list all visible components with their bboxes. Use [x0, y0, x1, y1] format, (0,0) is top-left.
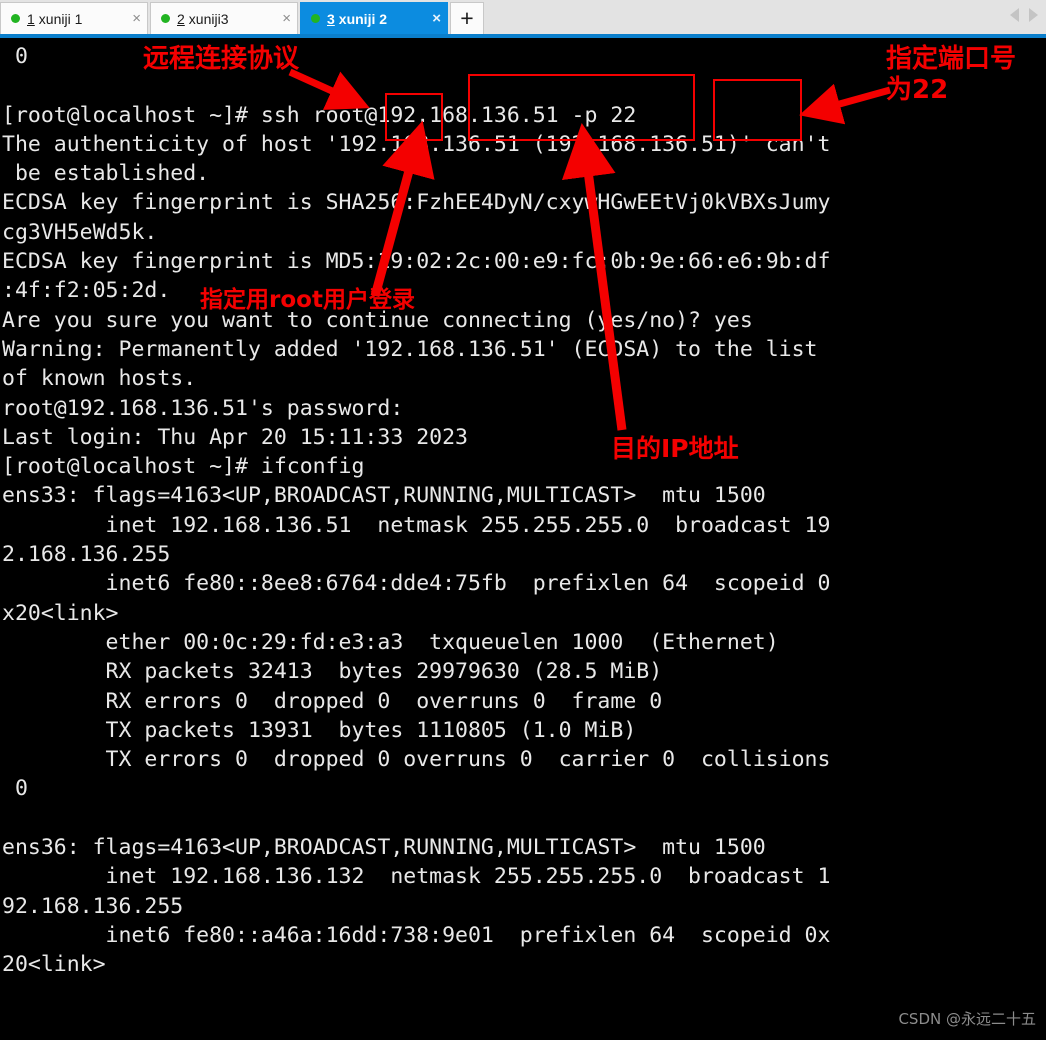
terminal-line: root@192.168.136.51's password: [2, 395, 404, 421]
terminal-line: 0 [2, 776, 28, 802]
terminal-line: [root@localhost ~]# ifconfig [2, 454, 365, 480]
tab-status-dot-icon [161, 14, 170, 23]
tab-number: 3 [327, 10, 335, 27]
terminal-line: x20<link> [2, 600, 119, 626]
terminal-line: cg3VH5eWd5k. [2, 219, 158, 245]
terminal-line: Warning: Permanently added '192.168.136.… [2, 336, 818, 362]
terminal-line: [root@localhost ~]# ssh root@192.168.136… [2, 102, 637, 128]
tab-xuniji-1[interactable]: 1 xuniji 1 × [0, 2, 148, 34]
terminal-line: The authenticity of host '192.168.136.51… [2, 131, 831, 157]
tab-bar: 1 xuniji 1 × 2 xuniji3 × 3 xuniji 2 × + [0, 0, 1046, 34]
terminal-line: 20<link> [2, 952, 106, 978]
tab-xuniji3[interactable]: 2 xuniji3 × [150, 2, 298, 34]
tab-nav-arrows [1010, 8, 1038, 22]
terminal-line: Are you sure you want to continue connec… [2, 307, 753, 333]
terminal-line: be established. [2, 161, 210, 187]
tab-status-dot-icon [311, 14, 320, 23]
terminal-line: ens36: flags=4163<UP,BROADCAST,RUNNING,M… [2, 835, 766, 861]
chevron-right-icon[interactable] [1029, 8, 1038, 22]
watermark: CSDN @永远二十五 [898, 1010, 1036, 1028]
terminal-line: inet6 fe80::a46a:16dd:738:9e01 prefixlen… [2, 922, 831, 948]
terminal-line: Last login: Thu Apr 20 15:11:33 2023 [2, 424, 468, 450]
terminal-line: RX packets 32413 bytes 29979630 (28.5 Mi… [2, 659, 663, 685]
terminal-line: 0 [2, 44, 28, 69]
chevron-left-icon[interactable] [1010, 8, 1019, 22]
terminal-line: RX errors 0 dropped 0 overruns 0 frame 0 [2, 688, 663, 714]
tab-number: 2 [177, 10, 185, 27]
terminal-line: inet 192.168.136.51 netmask 255.255.255.… [2, 512, 831, 538]
terminal-output[interactable]: 0 [root@localhost ~]# ssh root@192.168.1… [0, 38, 1046, 1040]
terminal-line: ether 00:0c:29:fd:e3:a3 txqueuelen 1000 … [2, 629, 779, 655]
terminal-line: inet6 fe80::8ee8:6764:dde4:75fb prefixle… [2, 571, 831, 597]
terminal-line: TX packets 13931 bytes 1110805 (1.0 MiB) [2, 717, 637, 743]
terminal-line: :4f:f2:05:2d. [2, 278, 171, 304]
terminal-line: inet 192.168.136.132 netmask 255.255.255… [2, 864, 831, 890]
tab-label: xuniji3 [188, 10, 229, 27]
tab-number: 1 [27, 10, 35, 27]
close-icon[interactable]: × [118, 11, 141, 26]
new-tab-button[interactable]: + [450, 2, 484, 34]
tab-status-dot-icon [11, 14, 20, 23]
terminal-line: ECDSA key fingerprint is MD5:19:02:2c:00… [2, 249, 831, 275]
close-icon[interactable]: × [268, 11, 291, 26]
close-icon[interactable]: × [418, 11, 441, 26]
tab-label: xuniji 2 [338, 10, 388, 27]
terminal-line: 92.168.136.255 [2, 893, 184, 919]
terminal-line: TX errors 0 dropped 0 overruns 0 carrier… [2, 747, 831, 773]
terminal-line: 2.168.136.255 [2, 542, 171, 568]
tab-label: xuniji 1 [38, 10, 83, 27]
terminal-line: ens33: flags=4163<UP,BROADCAST,RUNNING,M… [2, 483, 766, 509]
terminal-line: of known hosts. [2, 366, 197, 392]
tab-xuniji-2[interactable]: 3 xuniji 2 × [300, 2, 448, 34]
terminal-line: ECDSA key fingerprint is SHA256:FzhEE4Dy… [2, 190, 831, 216]
